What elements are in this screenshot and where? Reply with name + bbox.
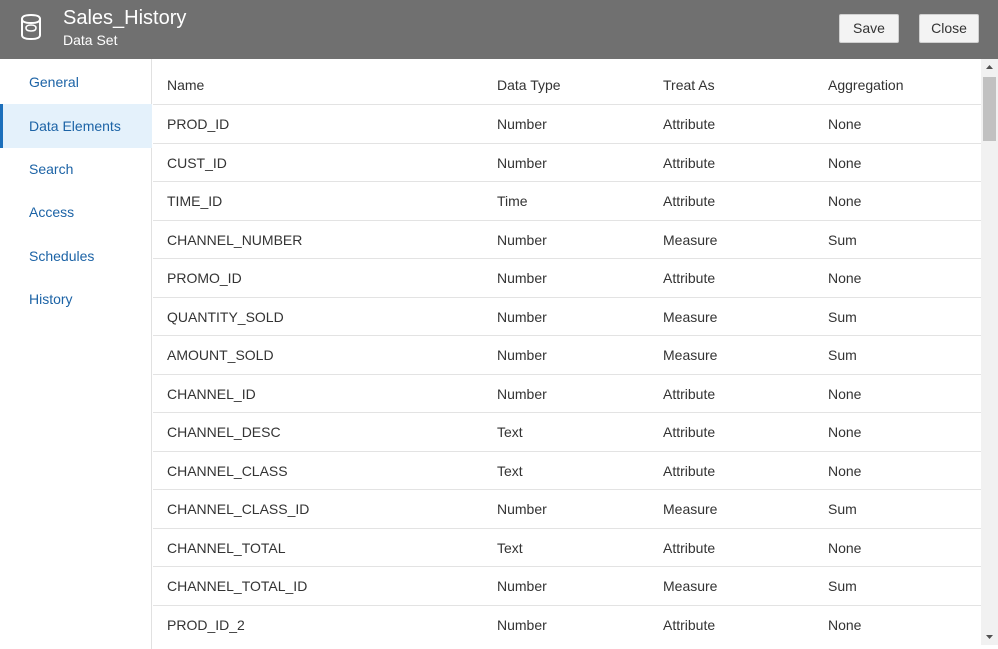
cell-data-type: Number [497, 308, 547, 325]
column-header-data-type[interactable]: Data Type [497, 59, 561, 105]
sidebar-item-history[interactable]: History [0, 277, 152, 321]
sidebar-item-general[interactable]: General [0, 60, 152, 104]
cell-name: CHANNEL_ID [167, 385, 256, 402]
table-row[interactable]: CHANNEL_CLASS Text Attribute None [153, 450, 981, 490]
cell-name: PROMO_ID [167, 270, 242, 286]
sidebar-item-data-elements[interactable]: Data Elements [0, 104, 152, 148]
cell-aggregation: None [828, 116, 862, 132]
cell-treat-as: Attribute [663, 270, 716, 286]
cell-treat-as: Measure [663, 231, 718, 248]
cell-treat-as: Attribute [663, 539, 716, 556]
cell-data-type: Number [497, 154, 547, 171]
cell-aggregation: None [828, 462, 862, 479]
close-button[interactable]: Close [919, 14, 979, 43]
scroll-up-arrow-icon[interactable] [981, 59, 998, 76]
table-row[interactable]: AMOUNT_SOLD Number Measure Sum [153, 335, 981, 374]
cell-name: CUST_ID [167, 154, 227, 171]
table-row[interactable]: CHANNEL_TOTAL Text Attribute None [153, 527, 981, 567]
cell-data-type: Number [497, 270, 547, 286]
column-header-aggregation[interactable]: Aggregation [828, 59, 904, 105]
cell-name: PROD_ID [167, 116, 230, 132]
cell-treat-as: Measure [663, 347, 718, 363]
save-button[interactable]: Save [839, 14, 899, 43]
cell-data-type: Number [497, 501, 547, 517]
cell-treat-as: Attribute [663, 385, 716, 402]
cell-data-type: Text [497, 424, 523, 440]
scroll-thumb[interactable] [983, 77, 996, 141]
header-bar: Sales_History Data Set Save Close [0, 0, 998, 59]
cell-aggregation: None [828, 270, 862, 286]
cell-data-type: Number [497, 231, 547, 248]
sidebar-item-access[interactable]: Access [0, 190, 152, 234]
sidebar-item-schedules[interactable]: Schedules [0, 234, 152, 278]
cell-aggregation: None [828, 385, 862, 402]
cell-name: PROD_ID_2 [167, 616, 245, 633]
cell-treat-as: Measure [663, 578, 718, 594]
cell-name: AMOUNT_SOLD [167, 347, 274, 363]
cell-name: CHANNEL_CLASS_ID [167, 501, 310, 517]
cell-data-type: Text [497, 462, 523, 479]
table-row[interactable]: PROMO_ID Number Attribute None [153, 258, 981, 297]
data-elements-table: Name Data Type Treat As Aggregation PROD… [153, 59, 981, 645]
cell-treat-as: Attribute [663, 462, 716, 479]
cell-treat-as: Attribute [663, 193, 716, 209]
cell-aggregation: None [828, 193, 862, 209]
cell-name: CHANNEL_DESC [167, 424, 281, 440]
cell-data-type: Number [497, 578, 547, 594]
cell-name: QUANTITY_SOLD [167, 308, 284, 325]
table-row[interactable]: TIME_ID Time Attribute None [153, 181, 981, 220]
column-header-treat-as[interactable]: Treat As [663, 59, 715, 105]
page-subtitle: Data Set [63, 32, 118, 48]
cell-aggregation: None [828, 424, 862, 440]
cell-name: CHANNEL_TOTAL [167, 539, 286, 556]
cell-aggregation: Sum [828, 501, 857, 517]
database-icon [21, 13, 41, 41]
cell-data-type: Number [497, 616, 547, 633]
cell-name: CHANNEL_NUMBER [167, 231, 303, 248]
cell-data-type: Number [497, 347, 547, 363]
cell-aggregation: Sum [828, 308, 857, 325]
scroll-down-arrow-icon[interactable] [981, 628, 998, 645]
cell-name: CHANNEL_CLASS [167, 462, 288, 479]
table-row[interactable]: PROD_ID Number Attribute None [153, 104, 981, 143]
table-row[interactable]: CHANNEL_ID Number Attribute None [153, 373, 981, 413]
cell-aggregation: Sum [828, 578, 857, 594]
cell-data-type: Number [497, 385, 547, 402]
sidebar-nav: General Data Elements Search Access Sche… [0, 59, 152, 649]
table-row[interactable]: CHANNEL_NUMBER Number Measure Sum [153, 219, 981, 259]
cell-aggregation: Sum [828, 347, 857, 363]
sidebar-item-search[interactable]: Search [0, 147, 152, 191]
cell-treat-as: Measure [663, 308, 718, 325]
table-row[interactable]: CUST_ID Number Attribute None [153, 142, 981, 182]
table-row[interactable]: CHANNEL_DESC Text Attribute None [153, 412, 981, 451]
cell-data-type: Number [497, 116, 547, 132]
cell-data-type: Text [497, 539, 523, 556]
column-header-name[interactable]: Name [167, 59, 204, 105]
table-row[interactable]: PROD_ID_2 Number Attribute None [153, 604, 981, 644]
cell-treat-as: Attribute [663, 154, 716, 171]
table-scrollbar[interactable] [981, 59, 998, 645]
cell-data-type: Time [497, 193, 528, 209]
cell-aggregation: Sum [828, 231, 857, 248]
cell-treat-as: Attribute [663, 116, 716, 132]
cell-name: TIME_ID [167, 193, 223, 209]
table-row[interactable]: QUANTITY_SOLD Number Measure Sum [153, 296, 981, 336]
cell-treat-as: Measure [663, 501, 718, 517]
cell-aggregation: None [828, 616, 862, 633]
cell-name: CHANNEL_TOTAL_ID [167, 578, 308, 594]
cell-aggregation: None [828, 154, 862, 171]
cell-treat-as: Attribute [663, 424, 716, 440]
cell-treat-as: Attribute [663, 616, 716, 633]
page-title: Sales_History [63, 7, 187, 29]
cell-aggregation: None [828, 539, 862, 556]
table-row[interactable]: CHANNEL_CLASS_ID Number Measure Sum [153, 489, 981, 528]
table-row[interactable]: CHANNEL_TOTAL_ID Number Measure Sum [153, 566, 981, 605]
